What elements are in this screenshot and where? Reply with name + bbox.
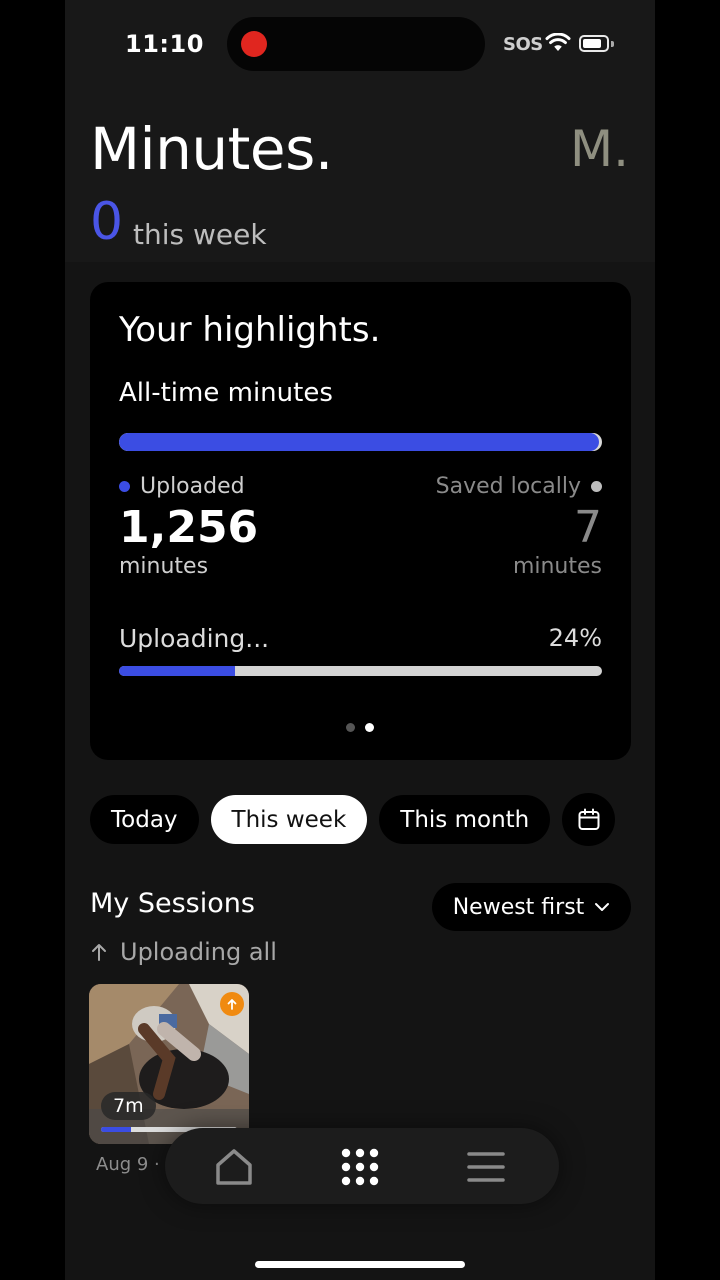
uploading-label: Uploading... (119, 624, 270, 653)
wifi-icon (545, 33, 571, 51)
alltime-uploaded-fill (119, 433, 600, 451)
chevron-down-icon (595, 903, 610, 911)
app-screen: 11:10 SOS Minutes. M. 0 this week Your h… (65, 0, 655, 1280)
battery-tip (611, 41, 614, 47)
saved-label: Saved locally (435, 474, 581, 499)
session-upload-fill (101, 1127, 131, 1132)
time-filter-bar: Today This week This month (90, 793, 616, 846)
profile-avatar[interactable]: M. (570, 120, 629, 178)
grid-icon (341, 1148, 379, 1186)
uploaded-minutes-unit: minutes (119, 554, 209, 579)
pager-dot[interactable] (346, 723, 355, 732)
upload-arrow-icon (92, 944, 106, 961)
sort-dropdown[interactable]: Newest first (432, 883, 631, 931)
nav-menu[interactable] (461, 1142, 511, 1192)
uploading-percent: 24% (548, 624, 602, 652)
battery-icon (579, 35, 609, 52)
saved-minutes-unit: minutes (512, 554, 602, 579)
saved-legend: Saved locally (436, 474, 602, 499)
uploaded-dot-icon (119, 481, 130, 492)
menu-icon (467, 1152, 505, 1182)
uploaded-label: Uploaded (140, 474, 245, 499)
filter-this-month[interactable]: This month (379, 795, 551, 844)
session-duration: 7m (101, 1092, 156, 1120)
bottom-navigation (165, 1128, 559, 1204)
dynamic-island (227, 17, 485, 71)
recording-indicator-icon (241, 31, 267, 57)
alltime-minutes-bar (119, 433, 602, 451)
highlights-card[interactable]: Your highlights. All-time minutes Upload… (90, 282, 631, 760)
calendar-icon (578, 808, 600, 830)
week-minutes-label: this week (133, 218, 267, 251)
nav-home[interactable] (209, 1142, 259, 1192)
session-date: Aug 9 · (96, 1154, 160, 1175)
upload-progress-bar (119, 666, 602, 676)
sort-label: Newest first (452, 894, 585, 920)
upload-status-badge (220, 992, 244, 1016)
nav-grid[interactable] (335, 1142, 385, 1192)
upload-all-button[interactable]: Uploading all (90, 938, 277, 966)
sessions-title: My Sessions (90, 888, 255, 919)
home-indicator[interactable] (255, 1261, 465, 1268)
highlights-title: Your highlights. (119, 310, 381, 350)
filter-today[interactable]: Today (90, 795, 199, 844)
card-pager[interactable] (346, 723, 374, 732)
uploaded-legend: Uploaded (119, 474, 245, 499)
upload-all-label: Uploading all (120, 938, 277, 966)
calendar-button[interactable] (562, 793, 616, 846)
page-title: Minutes. (90, 115, 333, 183)
session-thumbnail[interactable]: 7m (89, 984, 249, 1144)
home-icon (216, 1149, 252, 1185)
upload-arrow-icon (227, 999, 237, 1010)
week-minutes-count: 0 (90, 192, 124, 252)
alltime-minutes-label: All-time minutes (119, 378, 333, 408)
upload-progress-fill (119, 666, 235, 676)
pager-dot-active[interactable] (365, 723, 374, 732)
carrier-status: SOS (503, 34, 543, 55)
saved-minutes-value: 7 (574, 502, 602, 553)
uploaded-minutes-value: 1,256 (119, 502, 259, 553)
saved-dot-icon (591, 481, 602, 492)
status-time: 11:10 (125, 30, 204, 58)
filter-this-week[interactable]: This week (210, 795, 368, 844)
